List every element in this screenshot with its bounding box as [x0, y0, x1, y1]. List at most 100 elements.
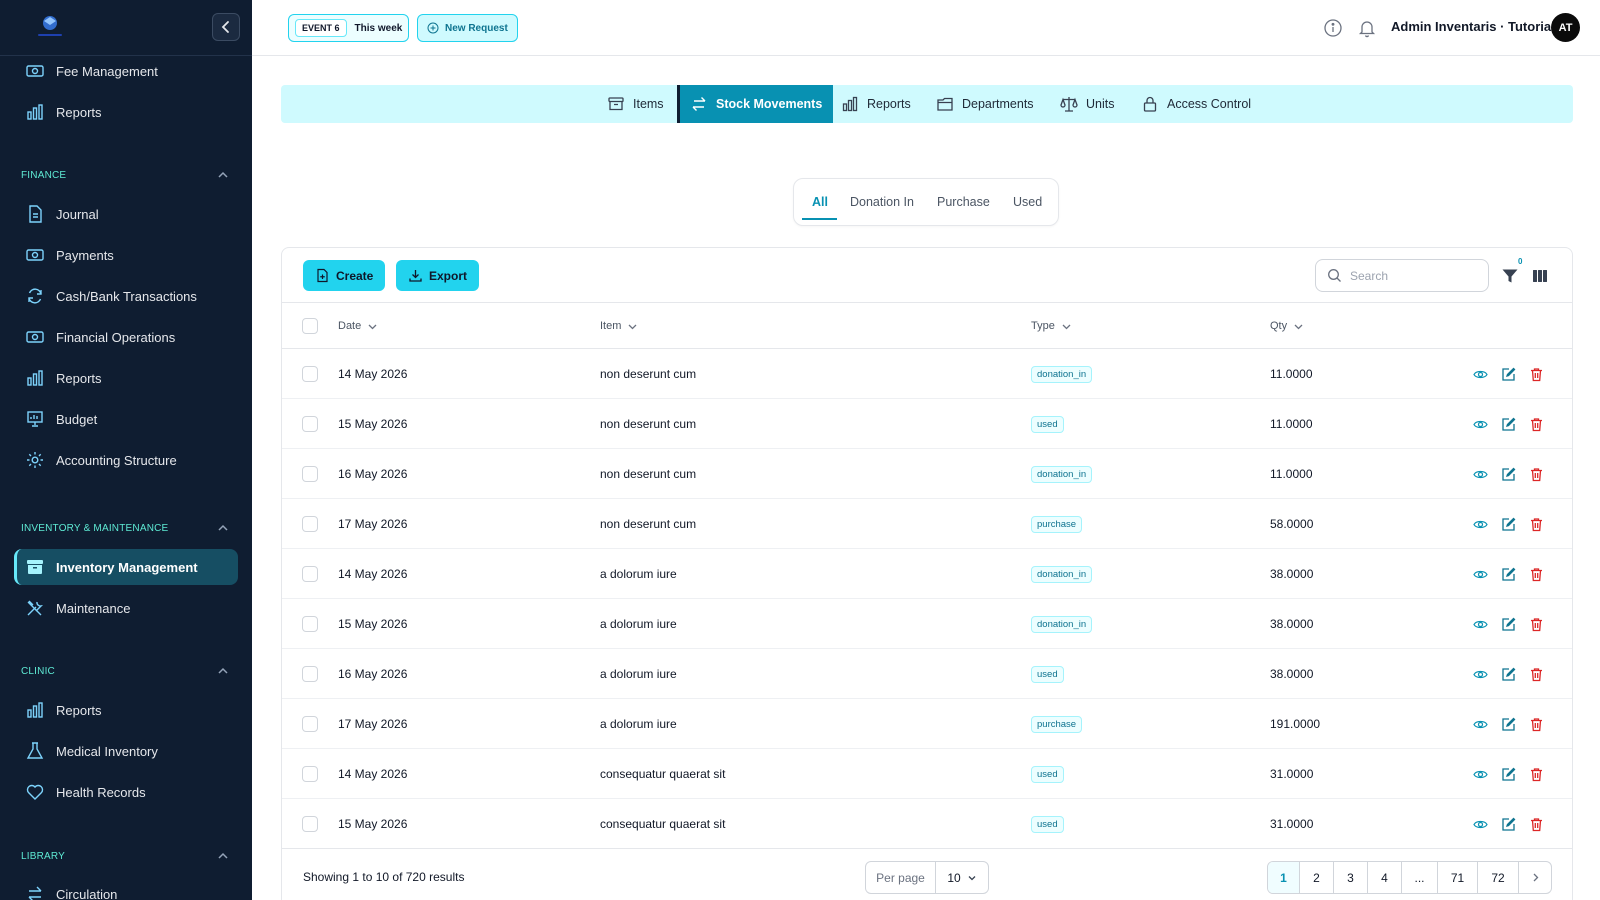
tab-departments[interactable]: Departments [936, 85, 1034, 123]
edit-icon[interactable] [1501, 617, 1516, 632]
sidebar-item-cash-bank-transactions[interactable]: Cash/Bank Transactions [14, 278, 238, 314]
view-eye-icon[interactable] [1473, 367, 1488, 382]
edit-icon[interactable] [1501, 467, 1516, 482]
sidebar-section-inventory[interactable]: INVENTORY & MAINTENANCE [21, 522, 229, 534]
view-eye-icon[interactable] [1473, 567, 1488, 582]
edit-icon[interactable] [1501, 667, 1516, 682]
filter-icon[interactable] [1501, 267, 1519, 285]
sidebar-item-maintenance[interactable]: Maintenance [14, 590, 238, 626]
tab-items[interactable]: Items [607, 85, 664, 123]
view-eye-icon[interactable] [1473, 617, 1488, 632]
view-eye-icon[interactable] [1473, 467, 1488, 482]
page-71-button[interactable]: 71 [1438, 862, 1478, 893]
row-checkbox[interactable] [302, 516, 318, 532]
tab-stock-movements[interactable]: Stock Movements [677, 85, 834, 123]
per-page-selector[interactable]: Per page 10 [865, 861, 989, 894]
columns-icon[interactable] [1531, 267, 1549, 285]
delete-trash-icon[interactable] [1529, 817, 1544, 832]
row-checkbox[interactable] [302, 566, 318, 582]
page-4-button[interactable]: 4 [1368, 862, 1402, 893]
event-selector[interactable]: EVENT 6 This week [288, 14, 410, 42]
cell-item: non deserunt cum [600, 467, 697, 481]
delete-trash-icon[interactable] [1529, 517, 1544, 532]
info-icon[interactable] [1323, 18, 1343, 38]
event-tag: EVENT 6 [295, 19, 347, 37]
tab-access-control[interactable]: Access Control [1141, 85, 1251, 123]
sidebar-item-accounting-structure[interactable]: Accounting Structure [14, 442, 238, 478]
edit-icon[interactable] [1501, 767, 1516, 782]
sidebar-item-fee-management[interactable]: Fee Management [14, 53, 238, 89]
view-eye-icon[interactable] [1473, 767, 1488, 782]
edit-icon[interactable] [1501, 717, 1516, 732]
chevron-down-icon [628, 324, 637, 329]
cell-item: non deserunt cum [600, 517, 697, 531]
edit-icon[interactable] [1501, 567, 1516, 582]
view-eye-icon[interactable] [1473, 417, 1488, 432]
sidebar-item-journal[interactable]: Journal [14, 196, 238, 232]
tab-units[interactable]: Units [1060, 85, 1114, 123]
column-header-date[interactable]: Date [338, 320, 378, 332]
sidebar-item-health-records[interactable]: Health Records [14, 774, 238, 810]
filter-tab-purchase[interactable]: Purchase [937, 195, 990, 209]
tab-reports[interactable]: Reports [841, 85, 911, 123]
row-checkbox[interactable] [302, 366, 318, 382]
avatar[interactable]: AT [1551, 13, 1580, 42]
sidebar-item-circulation[interactable]: Circulation [14, 876, 238, 900]
sidebar-section-library[interactable]: LIBRARY [21, 850, 229, 862]
view-eye-icon[interactable] [1473, 667, 1488, 682]
delete-trash-icon[interactable] [1529, 567, 1544, 582]
page-2-button[interactable]: 2 [1300, 862, 1334, 893]
new-request-button[interactable]: New Request [417, 14, 518, 42]
sidebar-item-budget[interactable]: Budget [14, 401, 238, 437]
sidebar-item-reports[interactable]: Reports [14, 94, 238, 130]
sidebar-collapse-button[interactable] [212, 13, 240, 41]
row-checkbox[interactable] [302, 816, 318, 832]
view-eye-icon[interactable] [1473, 517, 1488, 532]
sidebar-section-clinic[interactable]: CLINIC [21, 665, 229, 677]
column-header-qty[interactable]: Qty [1270, 320, 1304, 332]
row-checkbox[interactable] [302, 666, 318, 682]
edit-icon[interactable] [1501, 817, 1516, 832]
edit-icon[interactable] [1501, 367, 1516, 382]
per-page-value[interactable]: 10 [936, 862, 988, 893]
create-button[interactable]: Create [303, 260, 386, 291]
view-eye-icon[interactable] [1473, 817, 1488, 832]
search-input[interactable] [1350, 268, 1470, 283]
delete-trash-icon[interactable] [1529, 667, 1544, 682]
page-1-button[interactable]: 1 [1268, 862, 1300, 893]
sidebar-item-financial-operations[interactable]: Financial Operations [14, 319, 238, 355]
delete-trash-icon[interactable] [1529, 617, 1544, 632]
sidebar-item-payments[interactable]: Payments [14, 237, 238, 273]
row-checkbox[interactable] [302, 416, 318, 432]
delete-trash-icon[interactable] [1529, 367, 1544, 382]
page-72-button[interactable]: 72 [1478, 862, 1519, 893]
column-header-type[interactable]: Type [1031, 320, 1072, 332]
edit-icon[interactable] [1501, 417, 1516, 432]
sidebar-section-finance[interactable]: FINANCE [21, 169, 229, 181]
export-button[interactable]: Export [396, 260, 480, 291]
sidebar-item-clinic-reports[interactable]: Reports [14, 692, 238, 728]
sidebar-item-inventory-management[interactable]: Inventory Management [14, 549, 238, 585]
delete-trash-icon[interactable] [1529, 467, 1544, 482]
row-checkbox[interactable] [302, 766, 318, 782]
export-label: Export [429, 268, 468, 283]
page-3-button[interactable]: 3 [1334, 862, 1368, 893]
bell-icon[interactable] [1357, 18, 1377, 38]
filter-tab-donation-in[interactable]: Donation In [850, 195, 914, 209]
row-checkbox[interactable] [302, 466, 318, 482]
row-checkbox[interactable] [302, 616, 318, 632]
select-all-checkbox[interactable] [302, 318, 318, 334]
edit-icon[interactable] [1501, 517, 1516, 532]
delete-trash-icon[interactable] [1529, 767, 1544, 782]
sidebar-item-finance-reports[interactable]: Reports [14, 360, 238, 396]
delete-trash-icon[interactable] [1529, 717, 1544, 732]
column-header-item[interactable]: Item [600, 320, 638, 332]
filter-tab-used[interactable]: Used [1013, 195, 1042, 209]
view-eye-icon[interactable] [1473, 717, 1488, 732]
user-name[interactable]: Admin Inventaris · Tutorial [1391, 19, 1555, 34]
filter-tab-all[interactable]: All [812, 195, 828, 209]
sidebar-item-medical-inventory[interactable]: Medical Inventory [14, 733, 238, 769]
next-page-button[interactable] [1519, 862, 1551, 893]
delete-trash-icon[interactable] [1529, 417, 1544, 432]
row-checkbox[interactable] [302, 716, 318, 732]
